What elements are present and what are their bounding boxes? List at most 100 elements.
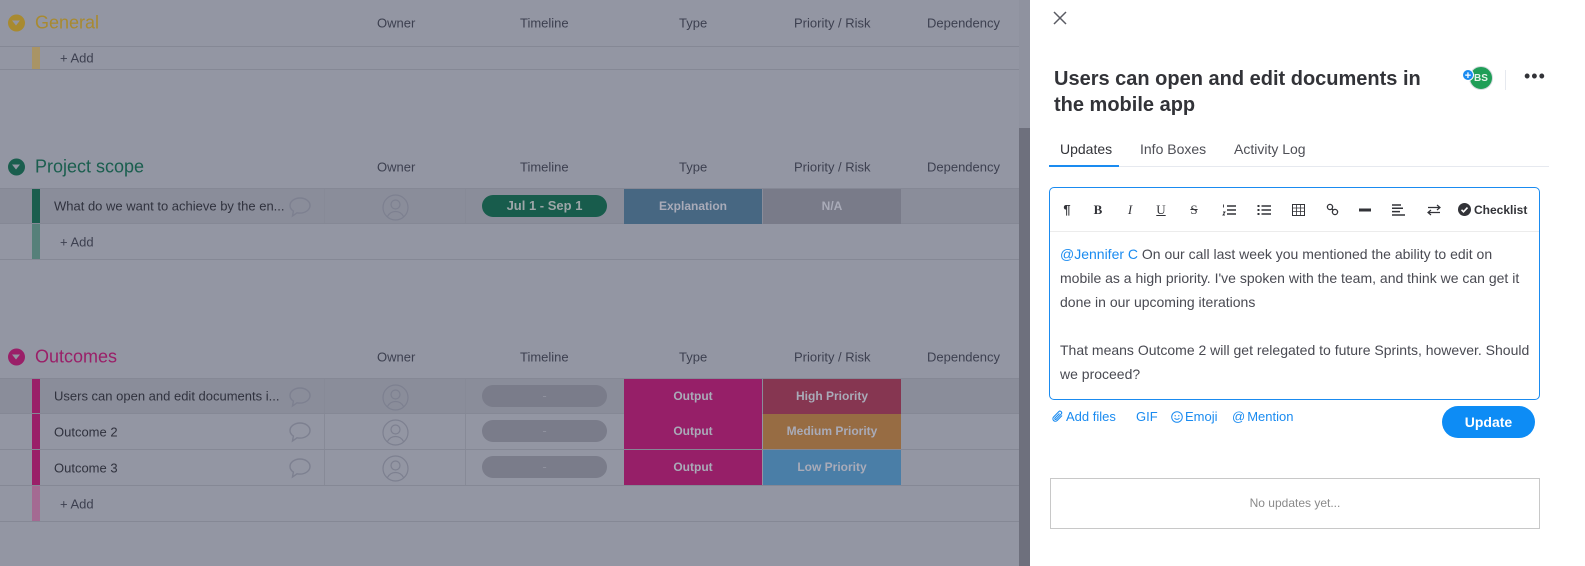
column-header-priority[interactable]: Priority / Risk <box>794 350 871 365</box>
group-title[interactable]: General <box>35 13 99 34</box>
person-avatar-icon[interactable] <box>382 455 409 482</box>
cell-divider <box>324 414 325 449</box>
column-header-dependency[interactable]: Dependency <box>927 350 1000 365</box>
collapse-toggle-icon[interactable] <box>8 158 25 176</box>
numbered-list-icon[interactable] <box>1222 203 1236 217</box>
group-title[interactable]: Outcomes <box>35 347 117 368</box>
cell-divider <box>324 379 325 413</box>
type-status-cell[interactable]: Output <box>624 450 762 485</box>
mention-tag[interactable]: @Jennifer C <box>1060 246 1138 262</box>
column-header-type[interactable]: Type <box>679 16 707 31</box>
timeline-pill[interactable]: Jul 1 - Sep 1 <box>482 195 607 217</box>
priority-status-cell[interactable]: Low Priority <box>763 450 901 485</box>
priority-status-cell[interactable]: High Priority <box>763 379 901 414</box>
scrollbar-track <box>1019 0 1030 128</box>
paragraph-icon[interactable]: ¶ <box>1060 201 1074 219</box>
table-row[interactable]: Outcome 3 - Output Low Priority <box>0 450 1019 486</box>
more-options-icon[interactable]: ••• <box>1524 66 1546 86</box>
item-title[interactable]: Users can open and edit documents in the… <box>1054 66 1444 118</box>
link-icon[interactable] <box>1326 203 1339 216</box>
italic-icon[interactable]: I <box>1123 201 1137 219</box>
gif-button[interactable]: GIF <box>1136 409 1158 424</box>
column-header-dependency[interactable]: Dependency <box>927 16 1000 31</box>
collapse-toggle-icon[interactable] <box>8 348 25 366</box>
emoji-label: Emoji <box>1185 409 1218 424</box>
update-button[interactable]: Update <box>1442 406 1535 438</box>
chat-bubble-icon[interactable] <box>288 421 312 443</box>
panel-tabs: Updates Info Boxes Activity Log <box>1049 135 1549 167</box>
table-row[interactable]: What do we want to achieve by the en... … <box>0 188 1019 224</box>
person-avatar-icon[interactable] <box>382 419 409 446</box>
add-item-label[interactable]: + Add <box>60 51 94 66</box>
column-header-priority[interactable]: Priority / Risk <box>794 16 871 31</box>
chat-bubble-icon[interactable] <box>288 196 312 218</box>
column-header-dependency[interactable]: Dependency <box>927 160 1000 175</box>
divider-line-icon[interactable] <box>1359 208 1371 212</box>
underline-icon[interactable]: U <box>1154 201 1168 219</box>
column-header-type[interactable]: Type <box>679 160 707 175</box>
timeline-pill[interactable]: - <box>482 420 607 442</box>
priority-status-cell[interactable]: N/A <box>763 189 901 224</box>
tab-updates[interactable]: Updates <box>1060 141 1112 157</box>
align-left-icon[interactable] <box>1392 204 1405 216</box>
add-subscriber-icon[interactable]: + <box>1462 69 1474 82</box>
add-item-row[interactable]: + Add <box>0 224 1019 260</box>
subscribers[interactable]: BS + <box>1462 66 1496 90</box>
emoji-button[interactable]: Emoji <box>1171 409 1218 424</box>
chat-bubble-icon[interactable] <box>288 457 312 479</box>
table-row[interactable]: Outcome 2 - Output Medium Priority <box>0 414 1019 450</box>
add-item-row[interactable]: + Add <box>0 46 1019 70</box>
paperclip-icon <box>1052 410 1063 422</box>
bold-icon[interactable]: B <box>1091 201 1105 219</box>
strikethrough-icon[interactable]: S <box>1187 201 1201 219</box>
tab-activity-log[interactable]: Activity Log <box>1234 141 1306 157</box>
person-avatar-icon[interactable] <box>382 194 409 221</box>
group-color-bar <box>32 379 40 413</box>
table-icon[interactable] <box>1292 204 1305 216</box>
scrollbar-thumb[interactable] <box>1019 128 1030 566</box>
chat-bubble-icon[interactable] <box>288 386 312 408</box>
editor-text-area[interactable]: @Jennifer C On our call last week you me… <box>1060 242 1532 386</box>
priority-status-cell[interactable]: Medium Priority <box>763 414 901 449</box>
tab-info-boxes[interactable]: Info Boxes <box>1140 141 1206 157</box>
add-item-row[interactable]: + Add <box>0 486 1019 522</box>
group-title[interactable]: Project scope <box>35 157 144 178</box>
person-avatar-icon[interactable] <box>382 384 409 411</box>
column-header-priority[interactable]: Priority / Risk <box>794 160 871 175</box>
type-status-cell[interactable]: Explanation <box>624 189 762 224</box>
cell-divider <box>324 450 325 485</box>
collapse-toggle-icon[interactable] <box>8 14 25 32</box>
type-status-cell[interactable]: Output <box>624 379 762 414</box>
column-header-timeline[interactable]: Timeline <box>520 16 569 31</box>
update-editor[interactable]: ¶ B I U S Checklist @Jennifer C On our c… <box>1049 187 1540 400</box>
column-header-timeline[interactable]: Timeline <box>520 160 569 175</box>
column-header-owner[interactable]: Owner <box>377 16 415 31</box>
column-header-type[interactable]: Type <box>679 350 707 365</box>
bullet-list-icon[interactable] <box>1257 203 1271 217</box>
add-item-label[interactable]: + Add <box>60 496 94 511</box>
mention-button[interactable]: @ Mention <box>1232 409 1293 424</box>
column-header-owner[interactable]: Owner <box>377 350 415 365</box>
item-name[interactable]: Users can open and edit documents i... <box>54 389 279 404</box>
type-status-cell[interactable]: Output <box>624 414 762 449</box>
timeline-pill[interactable]: - <box>482 456 607 478</box>
add-files-button[interactable]: Add files <box>1052 409 1116 424</box>
item-name[interactable]: Outcome 3 <box>54 460 118 475</box>
editor-paragraph: @Jennifer C On our call last week you me… <box>1060 242 1532 314</box>
group-color-bar <box>32 47 40 69</box>
cell-divider <box>465 450 466 485</box>
timeline-pill[interactable]: - <box>482 385 607 407</box>
item-name[interactable]: Outcome 2 <box>54 424 118 439</box>
column-header-timeline[interactable]: Timeline <box>520 350 569 365</box>
item-name[interactable]: What do we want to achieve by the en... <box>54 199 285 214</box>
checklist-button[interactable]: Checklist <box>1458 201 1530 219</box>
updates-empty-state: No updates yet... <box>1050 478 1540 529</box>
editor-toolbar: ¶ B I U S Checklist <box>1050 188 1539 232</box>
mention-label: Mention <box>1247 409 1294 424</box>
close-icon[interactable] <box>1052 10 1068 26</box>
text-direction-icon[interactable] <box>1427 204 1441 216</box>
add-item-label[interactable]: + Add <box>60 234 94 249</box>
smiley-icon <box>1171 411 1183 423</box>
table-row[interactable]: Users can open and edit documents i... -… <box>0 378 1019 414</box>
column-header-owner[interactable]: Owner <box>377 160 415 175</box>
